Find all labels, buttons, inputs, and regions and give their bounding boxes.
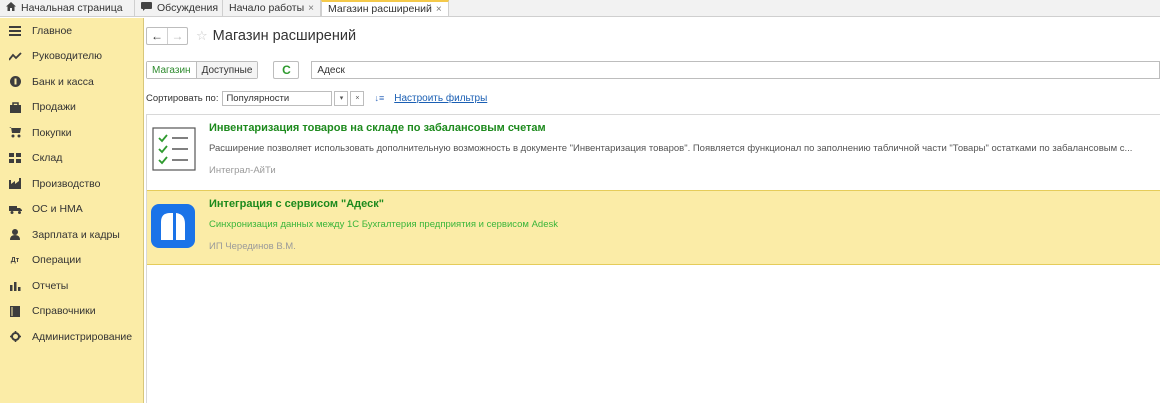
- clear-icon[interactable]: ×: [350, 90, 365, 106]
- bag-icon: [8, 102, 22, 113]
- refresh-icon: C: [282, 63, 291, 77]
- close-icon[interactable]: ×: [308, 3, 314, 14]
- extension-description: Расширение позволяет использовать дополн…: [209, 143, 1133, 154]
- toolbar: Магазин Доступные C: [146, 61, 1160, 79]
- sidebar-item-manager[interactable]: Руководителю: [0, 44, 143, 70]
- tab-discussions[interactable]: Обсуждения: [135, 0, 223, 16]
- sidebar: Главное Руководителю Банк и касса Продаж…: [0, 18, 144, 403]
- book-icon: [8, 305, 22, 317]
- extension-author: ИП Черединов В.М.: [209, 241, 296, 252]
- sidebar-item-label: Продажи: [32, 101, 76, 114]
- sort-label: Сортировать по:: [146, 92, 219, 104]
- tab-getting-started-label: Начало работы: [229, 2, 305, 14]
- sort-bar: Сортировать по: Популярности ▾ × ↓≡ Наст…: [146, 90, 487, 106]
- sidebar-item-reports[interactable]: Отчеты: [0, 273, 143, 299]
- menu-icon: [8, 25, 22, 36]
- chart-icon: [8, 281, 22, 291]
- sidebar-item-production[interactable]: Производство: [0, 171, 143, 197]
- sidebar-item-label: ОС и НМА: [32, 203, 83, 216]
- sidebar-item-label: Зарплата и кадры: [32, 228, 120, 241]
- chevron-down-icon[interactable]: ▾: [334, 90, 349, 106]
- tab-home-label: Начальная страница: [21, 2, 123, 14]
- home-icon: [6, 2, 16, 14]
- sidebar-item-sales[interactable]: Продажи: [0, 95, 143, 121]
- extension-title[interactable]: Инвентаризация товаров на складе по заба…: [209, 122, 546, 134]
- tab-bar: Начальная страница Обсуждения Начало раб…: [0, 0, 1160, 17]
- sidebar-item-label: Администрирование: [32, 330, 133, 343]
- sidebar-item-label: Отчеты: [32, 279, 69, 292]
- checklist-icon: [152, 127, 196, 171]
- tab-home[interactable]: Начальная страница: [0, 0, 135, 16]
- tab-getting-started[interactable]: Начало работы ×: [223, 0, 321, 16]
- truck-icon: [8, 205, 22, 214]
- list-item[interactable]: Интеграция с сервисом "Адеск" Синхрониза…: [147, 190, 1160, 265]
- back-button[interactable]: ←: [147, 28, 167, 44]
- main-panel: ← → ☆ Магазин расширений Магазин Доступн…: [146, 18, 1160, 403]
- sidebar-item-bank[interactable]: Банк и касса: [0, 69, 143, 95]
- extensions-list: Инвентаризация товаров на складе по заба…: [146, 114, 1160, 403]
- refresh-button[interactable]: C: [273, 61, 300, 79]
- sidebar-item-warehouse[interactable]: Склад: [0, 146, 143, 172]
- sidebar-item-fixed-assets[interactable]: ОС и НМА: [0, 197, 143, 223]
- tab-extension-store[interactable]: Магазин расширений ×: [321, 0, 449, 16]
- trend-icon: [8, 52, 22, 61]
- sidebar-item-main[interactable]: Главное: [0, 18, 143, 44]
- configure-filters-link[interactable]: Настроить фильтры: [394, 93, 487, 104]
- sidebar-item-label: Руководителю: [32, 50, 103, 63]
- forward-button[interactable]: →: [167, 28, 187, 44]
- nav-buttons: ← →: [146, 27, 188, 45]
- sidebar-item-salary[interactable]: Зарплата и кадры: [0, 222, 143, 248]
- sidebar-item-label: Справочники: [32, 305, 96, 318]
- cart-icon: [8, 127, 22, 138]
- chat-icon: [141, 2, 152, 14]
- list-item[interactable]: Инвентаризация товаров на складе по заба…: [147, 115, 1160, 189]
- search-input[interactable]: [311, 61, 1160, 79]
- extension-author: Интеграл-АйТи: [209, 165, 276, 176]
- title-bar: ← → ☆ Магазин расширений: [146, 26, 356, 46]
- gear-icon: [8, 331, 22, 343]
- sidebar-item-label: Главное: [32, 24, 73, 37]
- available-button[interactable]: Доступные: [196, 62, 258, 78]
- operations-icon: Дт: [10, 256, 20, 264]
- extension-title[interactable]: Интеграция с сервисом "Адеск": [209, 198, 384, 210]
- sidebar-item-label: Склад: [32, 152, 63, 165]
- adesk-logo-icon: [151, 204, 195, 248]
- sidebar-item-purchases[interactable]: Покупки: [0, 120, 143, 146]
- sidebar-item-label: Операции: [32, 254, 82, 267]
- view-switch: Магазин Доступные: [146, 61, 259, 79]
- sidebar-item-operations[interactable]: Дт Операции: [0, 248, 143, 274]
- sort-select[interactable]: Популярности: [222, 90, 333, 106]
- warehouse-icon: [8, 153, 22, 164]
- sidebar-item-label: Покупки: [32, 126, 72, 139]
- sidebar-item-directories[interactable]: Справочники: [0, 299, 143, 325]
- bank-icon: [8, 76, 22, 88]
- extension-description: Синхронизация данных между 1С Бухгалтери…: [209, 219, 558, 230]
- sidebar-item-administration[interactable]: Администрирование: [0, 324, 143, 350]
- tab-discussions-label: Обсуждения: [157, 2, 219, 14]
- store-button[interactable]: Магазин: [147, 62, 197, 78]
- sidebar-item-label: Банк и касса: [32, 75, 94, 88]
- page-title: Магазин расширений: [212, 28, 357, 44]
- favorite-star-icon[interactable]: ☆: [196, 28, 208, 44]
- close-icon[interactable]: ×: [436, 4, 442, 15]
- person-icon: [8, 229, 22, 241]
- factory-icon: [8, 178, 22, 190]
- sort-direction-icon[interactable]: ↓≡: [374, 93, 384, 103]
- tab-extension-store-label: Магазин расширений: [328, 3, 432, 15]
- sidebar-item-label: Производство: [32, 177, 101, 190]
